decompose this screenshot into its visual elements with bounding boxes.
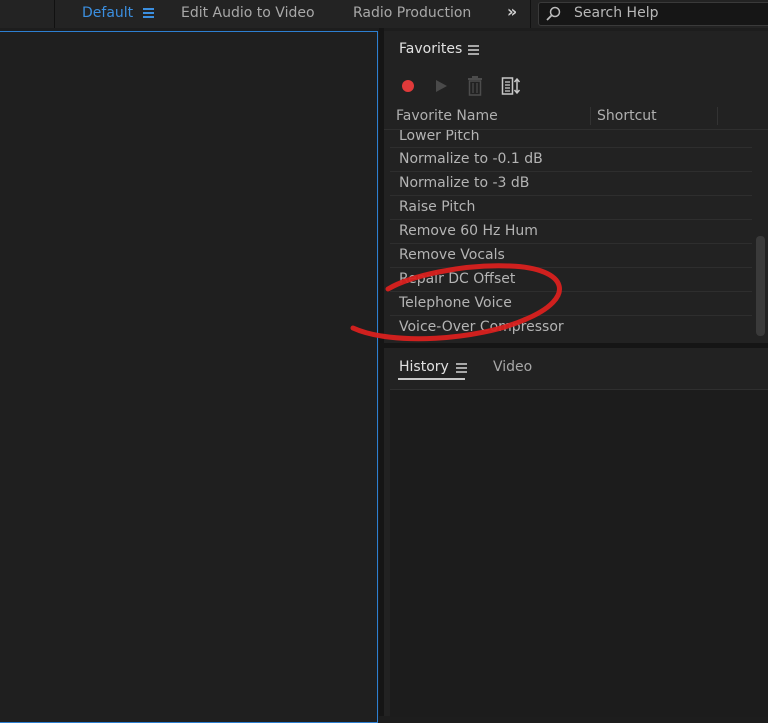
favorites-menu-icon[interactable] xyxy=(468,45,479,55)
column-favorite-name[interactable]: Favorite Name xyxy=(396,108,498,124)
play-icon[interactable] xyxy=(436,80,447,92)
favorites-table-header: Favorite Name Shortcut xyxy=(384,105,768,130)
history-menu-icon[interactable] xyxy=(456,363,467,373)
workspace-tab-edit-audio-to-video[interactable]: Edit Audio to Video xyxy=(181,4,315,22)
list-item[interactable]: Voice-Over Compressor xyxy=(390,316,752,336)
history-list-area[interactable] xyxy=(390,389,768,717)
workspace-tab-default[interactable]: Default xyxy=(82,4,133,22)
trash-icon[interactable] xyxy=(467,76,483,96)
list-item[interactable]: Remove Vocals xyxy=(390,244,752,268)
list-item[interactable]: Telephone Voice xyxy=(390,292,752,316)
list-item[interactable]: Remove 60 Hz Hum xyxy=(390,220,752,244)
workspace-tab-radio-production[interactable]: Radio Production xyxy=(353,4,471,22)
search-help-label: Search Help xyxy=(574,5,659,21)
favorites-scrollbar[interactable] xyxy=(756,236,765,336)
favorites-tab[interactable]: Favorites xyxy=(399,41,462,57)
list-item[interactable]: Lower Pitch xyxy=(390,130,752,148)
list-item[interactable]: Repair DC Offset xyxy=(390,268,752,292)
workspace-menu-icon[interactable] xyxy=(143,8,154,18)
tab-video[interactable]: Video xyxy=(493,359,532,375)
column-divider[interactable] xyxy=(717,107,718,125)
column-divider[interactable] xyxy=(590,107,591,125)
tab-history[interactable]: History xyxy=(399,359,449,375)
list-item[interactable]: Normalize to -0.1 dB xyxy=(390,148,752,172)
list-settings-icon[interactable] xyxy=(501,76,521,96)
favorites-list: Lower Pitch Normalize to -0.1 dB Normali… xyxy=(390,130,752,336)
list-item[interactable]: Normalize to -3 dB xyxy=(390,172,752,196)
workspace-bar-divider xyxy=(54,0,55,28)
main-panel[interactable] xyxy=(0,31,378,723)
history-panel: History Video xyxy=(384,348,768,717)
list-item[interactable]: Raise Pitch xyxy=(390,196,752,220)
active-tab-indicator xyxy=(398,378,465,380)
column-shortcut[interactable]: Shortcut xyxy=(597,108,657,124)
search-icon xyxy=(546,6,561,21)
workspace-bar-divider xyxy=(530,0,531,28)
double-chevron-right-icon[interactable]: ›› xyxy=(507,2,517,21)
record-icon[interactable] xyxy=(402,80,414,92)
search-help-input[interactable]: Search Help xyxy=(538,2,768,26)
favorites-panel: Favorites Favorite Name Shortcut Lower P… xyxy=(384,31,768,343)
workspace-bar: Default Edit Audio to Video Radio Produc… xyxy=(0,0,768,28)
